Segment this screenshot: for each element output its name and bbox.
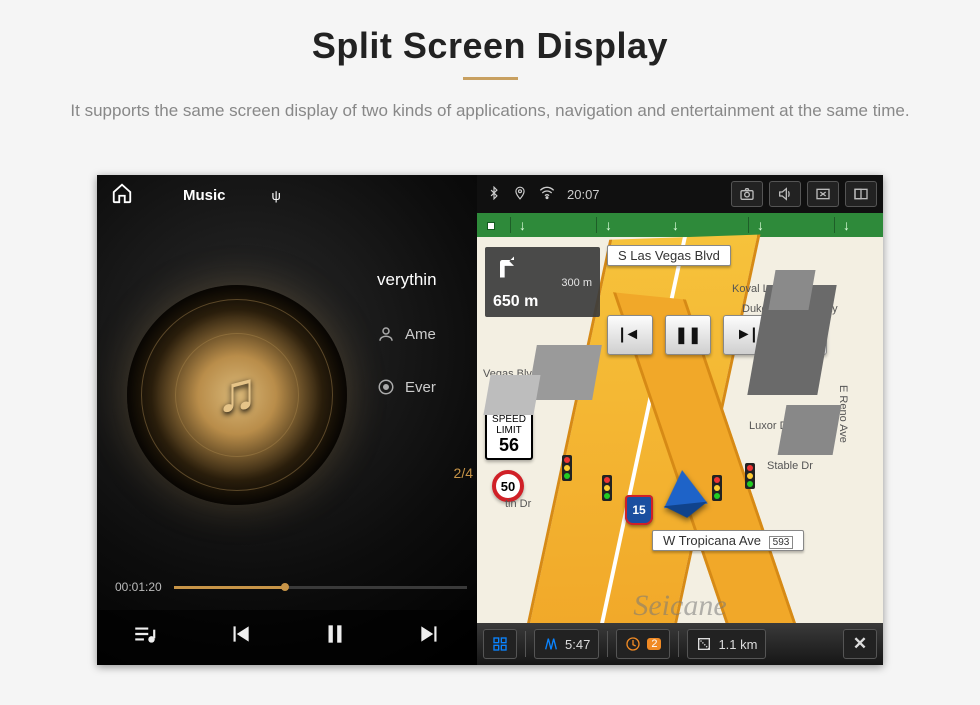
speed-limit-value: 56 — [487, 436, 531, 456]
artist-name: Ame — [405, 326, 436, 343]
nav-close-button[interactable]: ✕ — [843, 629, 877, 659]
turn-instruction: 300 m 650 m — [485, 247, 600, 317]
menu-button[interactable] — [483, 629, 517, 659]
page-title: Split Screen Display — [0, 25, 980, 67]
distance-button[interactable]: 1.1 km — [687, 629, 766, 659]
music-label: Music — [183, 187, 226, 204]
eta-button[interactable]: 5:47 — [534, 629, 599, 659]
street-bottom-name: W Tropicana Ave — [663, 533, 761, 548]
time-elapsed: 00:01:20 — [115, 580, 162, 594]
traffic-light-icon — [745, 463, 755, 489]
traffic-light-icon — [602, 475, 612, 501]
distance-remaining: 1.1 km — [718, 637, 757, 652]
wifi-icon — [539, 185, 555, 204]
detour-button[interactable]: 2 — [616, 629, 670, 659]
lane-assist-bar: ↓ ↓↓ ↓ ↓ — [477, 213, 883, 237]
speed-limit-sign: SPEED LIMIT 56 — [485, 410, 533, 460]
street-label-top: S Las Vegas Blvd — [607, 245, 731, 266]
music-note-icon: ♫ — [216, 359, 258, 424]
usb-icon: ψ — [272, 188, 281, 203]
bluetooth-icon — [487, 186, 501, 203]
traffic-light-icon — [712, 475, 722, 501]
track-info: verythin Ame Ever — [377, 270, 472, 431]
nav-bottom-bar: 5:47 2 1.1 km ✕ — [477, 623, 883, 665]
interstate-shield: 15 — [625, 495, 653, 525]
album-icon — [377, 378, 395, 396]
eta-time: 5:47 — [565, 637, 590, 652]
street-bottom-num: 593 — [769, 536, 794, 549]
nav-prev-button[interactable]: |◄ — [607, 315, 653, 355]
street-label-bottom: W Tropicana Ave 593 — [652, 530, 804, 551]
street-stable: Stable Dr — [767, 460, 813, 472]
artist-icon — [377, 325, 395, 343]
playlist-icon[interactable] — [132, 621, 158, 654]
turn-distance-next: 300 m — [493, 277, 592, 289]
status-bar: 20:07 — [477, 175, 883, 213]
split-screen-device: Music ψ ♫ verythin Ame Ever 2/4 00:01:20 — [97, 175, 883, 665]
pause-icon[interactable] — [322, 621, 348, 654]
page-description: It supports the same screen display of t… — [40, 98, 940, 124]
status-time: 20:07 — [567, 187, 600, 202]
track-title: verythin — [377, 270, 437, 290]
splitscreen-button[interactable] — [845, 181, 877, 207]
progress-area: 00:01:20 — [115, 580, 467, 594]
track-index: 2/4 — [454, 465, 473, 481]
close-app-button[interactable] — [807, 181, 839, 207]
vehicle-pointer-icon — [660, 468, 708, 508]
navigation-pane: 20:07 ↓ ↓↓ ↓ ↓ — [477, 175, 883, 665]
album-art: ♫ — [127, 285, 347, 505]
turn-distance-total: 650 m — [493, 293, 592, 311]
nav-pause-button[interactable]: ❚❚ — [665, 315, 711, 355]
music-pane: Music ψ ♫ verythin Ame Ever 2/4 00:01:20 — [97, 175, 477, 665]
detour-badge: 2 — [647, 638, 661, 650]
music-controls — [97, 610, 477, 665]
prev-track-icon[interactable] — [227, 621, 253, 654]
music-topbar: Music ψ — [97, 175, 477, 215]
progress-bar[interactable] — [174, 586, 467, 589]
street-tin: tin Dr — [505, 498, 531, 510]
next-track-icon[interactable] — [417, 621, 443, 654]
traffic-light-icon — [562, 455, 572, 481]
location-icon — [513, 186, 527, 203]
volume-button[interactable] — [769, 181, 801, 207]
home-icon[interactable] — [111, 182, 133, 208]
camera-button[interactable] — [731, 181, 763, 207]
title-underline — [463, 77, 518, 80]
album-name: Ever — [405, 379, 436, 396]
speed-limit-label-top: SPEED — [487, 414, 531, 425]
